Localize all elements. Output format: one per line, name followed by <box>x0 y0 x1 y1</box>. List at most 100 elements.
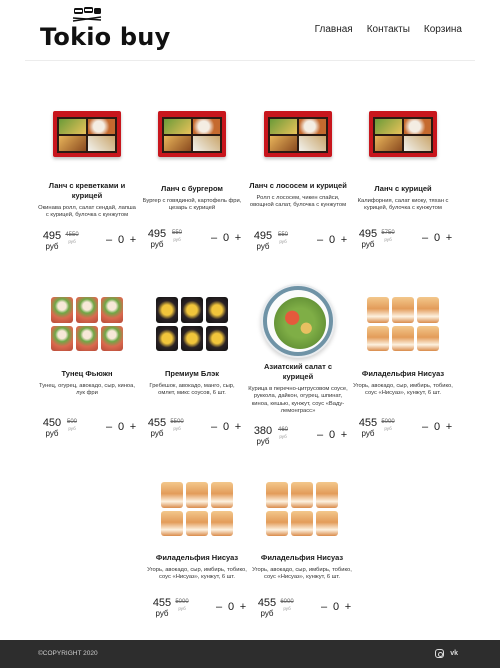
product-image[interactable] <box>262 470 342 550</box>
plus-button[interactable]: + <box>129 421 137 433</box>
product-card: Филадельфия Нисуаз Угорь, авокадо, сыр, … <box>147 470 247 625</box>
quantity-stepper: –0 + <box>105 234 137 246</box>
plus-button[interactable]: + <box>445 232 453 244</box>
price-currency: руб <box>256 437 270 446</box>
price-currency: руб <box>150 240 164 249</box>
quantity-stepper: –0 + <box>210 421 242 433</box>
quantity-value: 0 <box>227 601 235 613</box>
vk-icon[interactable]: vk <box>450 649 458 658</box>
price-block: 455 руб <box>252 597 282 619</box>
main-nav: Главная Контакты Корзина <box>315 24 462 35</box>
product-card: Ланч с курицей Калифорния, салат киоку, … <box>353 95 453 260</box>
product-description: Угорь, авокадо, сыр, имбирь, тобико, соу… <box>147 567 247 581</box>
product-description: Угорь, авокадо, сыр, имбирь, тобико, соу… <box>252 567 352 581</box>
old-price-currency: руб <box>68 239 76 244</box>
product-description: Бургер с говядиной, картофель фри, цезар… <box>142 198 242 212</box>
minus-button[interactable]: – <box>105 234 113 246</box>
old-price-block: 460 руб <box>275 427 291 439</box>
product-buy-row: 495 руб 550 руб –0 + <box>142 228 242 252</box>
minus-button[interactable]: – <box>105 421 113 433</box>
minus-button[interactable]: – <box>316 429 324 441</box>
plus-button[interactable]: + <box>445 421 453 433</box>
old-price-value: 5000 <box>175 599 189 605</box>
minus-button[interactable]: – <box>210 421 218 433</box>
price-block: 455 руб <box>142 417 172 439</box>
quantity-stepper: –0 + <box>421 232 453 244</box>
product-image[interactable] <box>47 285 127 365</box>
quantity-stepper: –0 + <box>210 232 242 244</box>
plus-button[interactable]: + <box>340 234 348 246</box>
plus-button[interactable]: + <box>234 232 242 244</box>
plus-button[interactable]: + <box>234 421 242 433</box>
price-block: 455 руб <box>353 417 383 439</box>
minus-button[interactable]: – <box>215 601 223 613</box>
product-name: Азиатский салат с курицей <box>263 362 333 381</box>
product-card: Ланч с креветками и курицей Окинава ролл… <box>37 95 137 260</box>
product-buy-row: 455 руб 5000 руб –0 + <box>147 597 247 621</box>
price-currency: руб <box>150 429 164 438</box>
product-card: Ланч с бургером Бургер с говядиной, карт… <box>142 95 242 260</box>
price-value: 380 <box>253 425 273 437</box>
product-image[interactable] <box>258 280 338 360</box>
price-block: 380 руб <box>248 425 278 447</box>
minus-button[interactable]: – <box>320 601 328 613</box>
old-price-currency: руб <box>173 426 181 431</box>
minus-button[interactable]: – <box>210 232 218 244</box>
minus-button[interactable]: – <box>421 421 429 433</box>
price-currency: руб <box>361 240 375 249</box>
product-buy-row: 455 руб 5000 руб –0 + <box>353 417 453 441</box>
old-price-block: 550 руб <box>275 232 291 244</box>
header-divider <box>25 60 475 61</box>
quantity-value: 0 <box>222 421 230 433</box>
product-buy-row: 450 руб 500 руб –0 + <box>37 417 137 441</box>
social-links: vk <box>435 649 458 658</box>
product-image[interactable] <box>157 470 237 550</box>
product-card: Азиатский салат с курицей Курица в переч… <box>248 280 348 450</box>
old-price-block: 6000 руб <box>279 599 295 611</box>
product-description: Гребешок, авокадо, манго, сыр, омлет, ми… <box>149 383 235 397</box>
price-value: 455 <box>152 597 172 609</box>
old-price-value: 500 <box>66 419 77 425</box>
plus-button[interactable]: + <box>129 234 137 246</box>
nav-cart-link[interactable]: Корзина <box>424 24 462 35</box>
product-card: Тунец Фьюжн Тунец, огурец, авокадо, сыр,… <box>37 285 137 445</box>
quantity-value: 0 <box>433 421 441 433</box>
quantity-stepper: –0 + <box>320 601 352 613</box>
product-buy-row: 380 руб 460 руб –0 + <box>248 425 348 449</box>
logo[interactable]: Tokio buy <box>40 6 170 56</box>
product-image[interactable] <box>152 285 232 365</box>
plus-button[interactable]: + <box>344 601 352 613</box>
plus-button[interactable]: + <box>239 601 247 613</box>
price-block: 495 руб <box>248 230 278 252</box>
product-name: Ланч с курицей <box>374 184 432 193</box>
price-block: 495 руб <box>142 228 172 250</box>
instagram-icon[interactable] <box>435 649 445 658</box>
quantity-value: 0 <box>328 429 336 441</box>
minus-button[interactable]: – <box>316 234 324 246</box>
price-currency: руб <box>45 242 59 251</box>
quantity-stepper: –0 + <box>316 429 348 441</box>
product-name: Филадельфия Нисуаз <box>155 553 239 562</box>
product-description: Тунец, огурец, авокадо, сыр, киноа, лук … <box>39 383 135 397</box>
old-price-currency: руб <box>384 237 392 242</box>
nav-contacts-link[interactable]: Контакты <box>367 24 410 35</box>
product-image[interactable] <box>363 285 443 365</box>
price-block: 450 руб <box>37 417 67 439</box>
product-image[interactable] <box>363 95 443 175</box>
old-price-value: 5500 <box>170 419 184 425</box>
old-price-block: 5000 руб <box>174 599 190 611</box>
product-buy-row: 455 руб 6000 руб –0 + <box>252 597 352 621</box>
sushi-logo-icon <box>72 7 102 22</box>
plus-button[interactable]: + <box>340 429 348 441</box>
product-image[interactable] <box>258 95 338 175</box>
minus-button[interactable]: – <box>421 232 429 244</box>
old-price-currency: руб <box>173 237 181 242</box>
product-image[interactable] <box>152 95 232 175</box>
quantity-stepper: –0 + <box>316 234 348 246</box>
site-header: Tokio buy Главная Контакты Корзина <box>0 0 500 61</box>
product-buy-row: 495 руб 4550 руб –0 + <box>37 230 137 254</box>
product-image[interactable] <box>47 95 127 175</box>
quantity-value: 0 <box>433 232 441 244</box>
nav-home-link[interactable]: Главная <box>315 24 353 35</box>
old-price-currency: руб <box>279 239 287 244</box>
